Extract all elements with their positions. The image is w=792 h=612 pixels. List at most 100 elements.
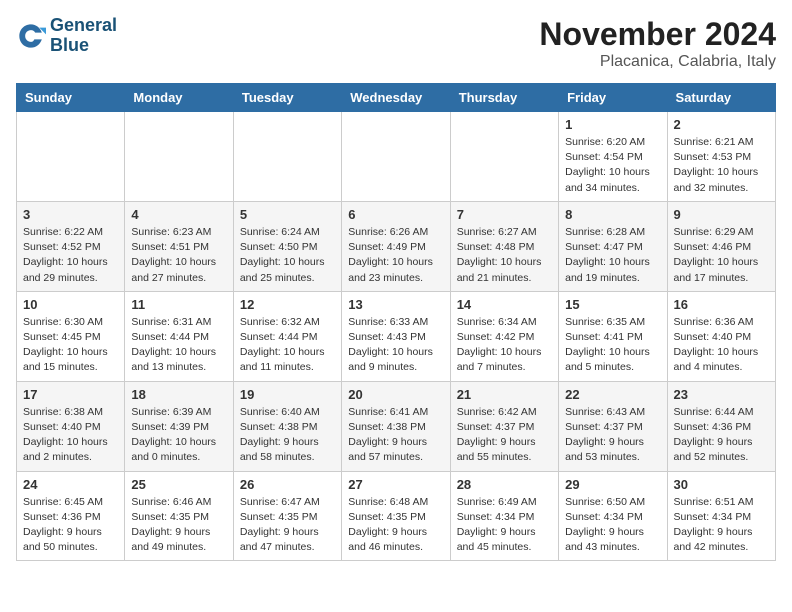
- day-info: Sunrise: 6:34 AMSunset: 4:42 PMDaylight:…: [457, 315, 552, 376]
- calendar-cell: 2Sunrise: 6:21 AMSunset: 4:53 PMDaylight…: [667, 112, 775, 202]
- calendar-cell: 11 Sunrise: 6:31 AMSunset: 4:44 PMDayligh…: [125, 291, 233, 381]
- calendar-header-friday: Friday: [559, 84, 667, 112]
- calendar-cell: 27 Sunrise: 6:48 AMSunset: 4:35 PMDayligh…: [342, 471, 450, 561]
- month-title: November 2024: [539, 16, 776, 53]
- page-header: General Blue November 2024 Placanica, Ca…: [16, 16, 776, 71]
- calendar-cell: [450, 112, 558, 202]
- day-info: Sunrise: 6:50 AMSunset: 4:34 PMDaylight:…: [565, 495, 660, 556]
- day-number: 23: [674, 387, 769, 402]
- day-number: 28: [457, 477, 552, 492]
- day-number: 6: [348, 207, 443, 222]
- calendar-cell: 17Sunrise: 6:38 AMSunset: 4:40 PMDayligh…: [17, 381, 125, 471]
- day-number: 5: [240, 207, 335, 222]
- calendar-header-thursday: Thursday: [450, 84, 558, 112]
- calendar-cell: 16Sunrise: 6:36 AMSunset: 4:40 PMDayligh…: [667, 291, 775, 381]
- calendar-cell: 13 Sunrise: 6:33 AMSunset: 4:43 PMDayligh…: [342, 291, 450, 381]
- calendar-cell: [17, 112, 125, 202]
- calendar-cell: 29 Sunrise: 6:50 AMSunset: 4:34 PMDayligh…: [559, 471, 667, 561]
- day-number: 15: [565, 297, 660, 312]
- day-info: Sunrise: 6:49 AMSunset: 4:34 PMDaylight:…: [457, 495, 552, 556]
- logo-line2: Blue: [50, 36, 117, 56]
- calendar-cell: 3 Sunrise: 6:22 AMSunset: 4:52 PMDaylight…: [17, 201, 125, 291]
- day-info: Sunrise: 6:39 AMSunset: 4:39 PMDaylight:…: [131, 405, 226, 466]
- calendar-cell: 22 Sunrise: 6:43 AMSunset: 4:37 PMDayligh…: [559, 381, 667, 471]
- day-number: 3: [23, 207, 118, 222]
- calendar-header-wednesday: Wednesday: [342, 84, 450, 112]
- day-number: 17: [23, 387, 118, 402]
- day-number: 11: [131, 297, 226, 312]
- logo-line1: General: [50, 16, 117, 36]
- logo-icon: [16, 21, 46, 51]
- calendar-cell: 12 Sunrise: 6:32 AMSunset: 4:44 PMDayligh…: [233, 291, 341, 381]
- calendar-cell: 18 Sunrise: 6:39 AMSunset: 4:39 PMDayligh…: [125, 381, 233, 471]
- day-number: 19: [240, 387, 335, 402]
- day-info: Sunrise: 6:46 AMSunset: 4:35 PMDaylight:…: [131, 495, 226, 556]
- day-info: Sunrise: 6:44 AMSunset: 4:36 PMDaylight:…: [674, 405, 769, 466]
- calendar-cell: 24 Sunrise: 6:45 AMSunset: 4:36 PMDayligh…: [17, 471, 125, 561]
- day-info: Sunrise: 6:22 AMSunset: 4:52 PMDaylight:…: [23, 225, 118, 286]
- day-info: Sunrise: 6:41 AMSunset: 4:38 PMDaylight:…: [348, 405, 443, 466]
- day-number: 16: [674, 297, 769, 312]
- calendar-cell: 28 Sunrise: 6:49 AMSunset: 4:34 PMDayligh…: [450, 471, 558, 561]
- day-info: Sunrise: 6:20 AMSunset: 4:54 PMDaylight:…: [565, 135, 660, 196]
- day-info: Sunrise: 6:40 AMSunset: 4:38 PMDaylight:…: [240, 405, 335, 466]
- calendar-cell: 14 Sunrise: 6:34 AMSunset: 4:42 PMDayligh…: [450, 291, 558, 381]
- day-info: Sunrise: 6:24 AMSunset: 4:50 PMDaylight:…: [240, 225, 335, 286]
- day-number: 22: [565, 387, 660, 402]
- calendar-cell: [233, 112, 341, 202]
- day-info: Sunrise: 6:45 AMSunset: 4:36 PMDaylight:…: [23, 495, 118, 556]
- calendar-cell: 21 Sunrise: 6:42 AMSunset: 4:37 PMDayligh…: [450, 381, 558, 471]
- day-info: Sunrise: 6:43 AMSunset: 4:37 PMDaylight:…: [565, 405, 660, 466]
- day-number: 9: [674, 207, 769, 222]
- calendar-cell: [125, 112, 233, 202]
- day-number: 13: [348, 297, 443, 312]
- day-number: 7: [457, 207, 552, 222]
- day-info: Sunrise: 6:31 AMSunset: 4:44 PMDaylight:…: [131, 315, 226, 376]
- calendar-cell: 15 Sunrise: 6:35 AMSunset: 4:41 PMDayligh…: [559, 291, 667, 381]
- calendar-cell: 9 Sunrise: 6:29 AMSunset: 4:46 PMDaylight…: [667, 201, 775, 291]
- day-info: Sunrise: 6:30 AMSunset: 4:45 PMDaylight:…: [23, 315, 118, 376]
- day-number: 21: [457, 387, 552, 402]
- calendar-header-saturday: Saturday: [667, 84, 775, 112]
- calendar-cell: 10 Sunrise: 6:30 AMSunset: 4:45 PMDayligh…: [17, 291, 125, 381]
- calendar-cell: [342, 112, 450, 202]
- calendar-header-row: SundayMondayTuesdayWednesdayThursdayFrid…: [17, 84, 776, 112]
- day-info: Sunrise: 6:27 AMSunset: 4:48 PMDaylight:…: [457, 225, 552, 286]
- day-number: 12: [240, 297, 335, 312]
- logo: General Blue: [16, 16, 117, 56]
- day-info: Sunrise: 6:29 AMSunset: 4:46 PMDaylight:…: [674, 225, 769, 286]
- day-info: Sunrise: 6:32 AMSunset: 4:44 PMDaylight:…: [240, 315, 335, 376]
- day-info: Sunrise: 6:48 AMSunset: 4:35 PMDaylight:…: [348, 495, 443, 556]
- calendar-cell: 8 Sunrise: 6:28 AMSunset: 4:47 PMDaylight…: [559, 201, 667, 291]
- calendar-cell: 26Sunrise: 6:47 AMSunset: 4:35 PMDayligh…: [233, 471, 341, 561]
- day-number: 24: [23, 477, 118, 492]
- day-number: 18: [131, 387, 226, 402]
- day-info: Sunrise: 6:28 AMSunset: 4:47 PMDaylight:…: [565, 225, 660, 286]
- day-number: 27: [348, 477, 443, 492]
- logo-text: General Blue: [50, 16, 117, 56]
- day-number: 4: [131, 207, 226, 222]
- calendar-week-row: 17Sunrise: 6:38 AMSunset: 4:40 PMDayligh…: [17, 381, 776, 471]
- day-info: Sunrise: 6:47 AMSunset: 4:35 PMDaylight:…: [240, 495, 335, 556]
- day-number: 20: [348, 387, 443, 402]
- calendar-header-monday: Monday: [125, 84, 233, 112]
- day-info: Sunrise: 6:23 AMSunset: 4:51 PMDaylight:…: [131, 225, 226, 286]
- day-number: 14: [457, 297, 552, 312]
- calendar-week-row: 3 Sunrise: 6:22 AMSunset: 4:52 PMDaylight…: [17, 201, 776, 291]
- day-number: 8: [565, 207, 660, 222]
- day-number: 29: [565, 477, 660, 492]
- calendar-header-sunday: Sunday: [17, 84, 125, 112]
- day-info: Sunrise: 6:21 AMSunset: 4:53 PMDaylight:…: [674, 135, 769, 196]
- day-info: Sunrise: 6:33 AMSunset: 4:43 PMDaylight:…: [348, 315, 443, 376]
- calendar-week-row: 10 Sunrise: 6:30 AMSunset: 4:45 PMDayligh…: [17, 291, 776, 381]
- calendar-header-tuesday: Tuesday: [233, 84, 341, 112]
- day-number: 10: [23, 297, 118, 312]
- calendar-cell: 4 Sunrise: 6:23 AMSunset: 4:51 PMDaylight…: [125, 201, 233, 291]
- day-info: Sunrise: 6:42 AMSunset: 4:37 PMDaylight:…: [457, 405, 552, 466]
- calendar-cell: 30Sunrise: 6:51 AMSunset: 4:34 PMDayligh…: [667, 471, 775, 561]
- day-info: Sunrise: 6:35 AMSunset: 4:41 PMDaylight:…: [565, 315, 660, 376]
- calendar-week-row: 1 Sunrise: 6:20 AMSunset: 4:54 PMDaylight…: [17, 112, 776, 202]
- calendar-cell: 7 Sunrise: 6:27 AMSunset: 4:48 PMDaylight…: [450, 201, 558, 291]
- location-title: Placanica, Calabria, Italy: [539, 53, 776, 71]
- day-number: 1: [565, 117, 660, 132]
